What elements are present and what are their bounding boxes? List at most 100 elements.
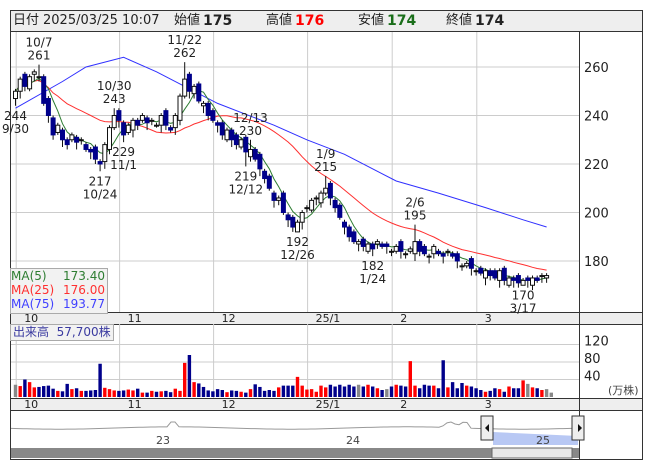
candle-body (252, 148, 258, 160)
volume-bar (18, 386, 22, 397)
volume-bar (183, 362, 187, 397)
candle-body (45, 98, 51, 117)
volume-bar (244, 392, 248, 397)
price-tick-label: 260 (584, 61, 609, 76)
price-tick-label: 240 (584, 110, 609, 125)
candle-body (487, 270, 493, 277)
volume-bar (211, 391, 215, 397)
volume-bar (74, 388, 79, 397)
volume-bar (535, 388, 539, 397)
candlestick (107, 125, 112, 155)
month-tick-label: 11 (128, 312, 142, 325)
candle-body (309, 199, 315, 211)
volume-bar (56, 390, 60, 397)
month-tick-label: 12 (222, 398, 236, 411)
volume-bar (446, 387, 450, 397)
price-tick-label: 200 (584, 207, 609, 222)
candle-body (299, 212, 305, 223)
volume-bar (23, 379, 27, 397)
candlestick (177, 93, 183, 126)
candle-body (83, 144, 89, 150)
candle-body (389, 250, 394, 253)
navigator-year-label: 25 (536, 434, 550, 447)
annotation-date: 11/1 (110, 158, 137, 172)
volume-bar (13, 384, 18, 397)
volume-bar (375, 388, 380, 397)
volume-bar (408, 361, 412, 397)
navigator-year-label: 23 (156, 434, 170, 447)
candle-body (107, 127, 112, 150)
candle-body (201, 102, 206, 107)
candle-body (483, 270, 488, 279)
month-tick-label: 2 (400, 398, 407, 411)
volume-bar (267, 390, 271, 397)
volume-bar (126, 389, 130, 397)
candle-body (515, 275, 521, 284)
candle-body (219, 122, 225, 136)
high-value: 176 (295, 13, 325, 29)
candle-body (421, 245, 427, 255)
candle-body (370, 243, 376, 250)
volume-bar (305, 389, 309, 397)
candle-body (64, 139, 70, 146)
candle-body (266, 175, 272, 189)
candle-body (210, 110, 216, 121)
candle-body (125, 124, 131, 133)
candlestick (27, 74, 33, 92)
candle-body (102, 144, 108, 163)
volume-bar (361, 386, 365, 397)
ma25-value: 176.00 (63, 283, 105, 297)
candle-body (436, 250, 441, 255)
volume-bar (333, 386, 337, 397)
ma5-label: MA(5) (11, 269, 47, 283)
candle-body (412, 241, 418, 255)
candle-body (323, 187, 329, 194)
chart-canvas[interactable]: 2602402202001801208040(万株)10101111121225… (0, 0, 653, 470)
ma5-row: MA(5) 173.40 (11, 269, 107, 283)
volume-tick-label: 80 (584, 352, 601, 367)
volume-bar (465, 385, 469, 397)
volume-bar (502, 391, 506, 397)
volume-bar (154, 391, 159, 397)
volume-bar (544, 389, 549, 397)
volume-bar (469, 386, 474, 397)
candle-body (191, 85, 197, 95)
candle-body (332, 199, 338, 209)
datetime-value: 2025/03/25 10:07 (43, 13, 160, 28)
annotation-value: 170 (512, 288, 535, 302)
low-value: 174 (387, 13, 417, 29)
volume-bar (380, 390, 384, 397)
candle-body (243, 136, 249, 153)
candle-body (92, 146, 98, 160)
candle-body (13, 90, 18, 100)
scroll-thumb[interactable] (491, 447, 573, 459)
volume-bar (253, 384, 257, 397)
annotation-value: 261 (28, 49, 51, 63)
candle-body (149, 119, 155, 122)
volume-bar (225, 392, 229, 397)
candle-body (468, 258, 474, 269)
volume-bar (286, 385, 290, 397)
candlestick (224, 127, 230, 143)
volume-bar (483, 391, 488, 397)
volume-bar (300, 385, 304, 397)
ma5-value: 173.40 (63, 269, 105, 283)
candlestick (196, 81, 202, 104)
candle-body (501, 267, 507, 281)
volume-bar (201, 386, 206, 397)
annotation-value: 230 (239, 124, 262, 138)
volume-tick-label: 40 (584, 370, 601, 385)
volume-bar (356, 384, 361, 397)
volume-bar (493, 388, 497, 397)
candle-body (224, 129, 230, 141)
volume-label: 出来高 (13, 325, 50, 339)
month-tick-label: 25/1 (316, 398, 341, 411)
candle-body (360, 238, 366, 247)
candle-body (276, 197, 282, 201)
volume-bar (46, 385, 51, 397)
volume-bar (389, 386, 394, 397)
volume-bar (413, 385, 417, 397)
candle-body (41, 76, 47, 104)
volume-bar (159, 391, 163, 397)
volume-bar (27, 382, 32, 397)
